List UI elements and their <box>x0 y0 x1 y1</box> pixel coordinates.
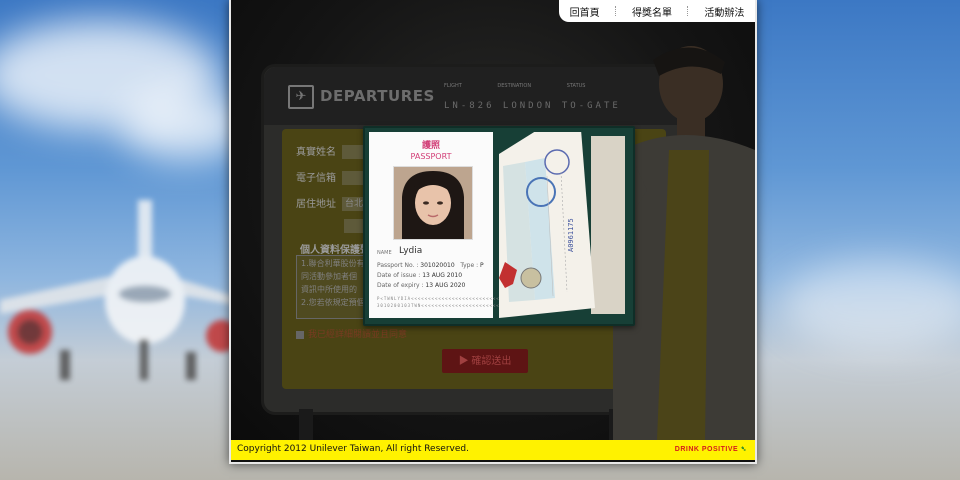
airplane-image <box>0 200 240 380</box>
issue-date-label: Date of issue : <box>377 272 421 279</box>
top-navigation: 回首頁 得獎名單 活動辦法 <box>559 0 755 22</box>
form-row-address: 居住地址 台北 <box>296 195 367 211</box>
column-flight: FLIGHT <box>444 83 462 89</box>
flight-row: LN-826 LONDON TO-GATE <box>444 101 621 111</box>
portrait-image <box>394 167 472 239</box>
passport-type: P <box>480 262 484 269</box>
nav-separator <box>614 6 617 16</box>
passport-modal: 護照 PASSPORT NAME Lydia Passport No.: 30… <box>363 126 635 326</box>
passport-holder-name: Lydia <box>399 246 423 256</box>
issue-date-line: Date of issue : 13 AUG 2010 <box>377 272 462 279</box>
passport-number-line: Passport No. : 301020010 Type : P <box>377 262 484 269</box>
passport-title-cn: 護照 <box>421 141 440 151</box>
nav-separator <box>687 6 689 16</box>
mrz-line-1: P<TWNLYDIA<<<<<<<<<<<<<<<<<<<<<<<<<< <box>377 296 500 301</box>
passport-title-en: PASSPORT <box>410 152 452 161</box>
column-destination: DESTINATION <box>497 83 532 89</box>
nav-rules-link[interactable]: 活動辦法 <box>698 4 750 19</box>
nav-winners-link[interactable]: 得獎名單 <box>626 4 678 19</box>
board-columns: FLIGHT DESTINATION STATUS <box>444 83 619 89</box>
main-frame: ✈ DEPARTURES FLIGHT DESTINATION STATUS L… <box>229 0 757 464</box>
passport-visa-page: A0961175 <box>499 132 625 318</box>
terms-line: 同活動參加者個 <box>301 272 357 281</box>
visa-number: A0961175 <box>567 218 575 252</box>
email-label: 電子信箱 <box>296 173 336 184</box>
terms-line: 1.聯合利華股份有 <box>301 259 365 268</box>
leaf-icon: ➴ <box>740 446 747 453</box>
passport-number-label: Passport No. : <box>377 262 419 269</box>
submit-label: 確認送出 <box>471 356 512 367</box>
issue-date: 13 AUG 2010 <box>422 272 463 279</box>
expiry-date-line: Date of expiry : 13 AUG 2020 <box>377 282 465 289</box>
terms-line: 資訊中所使用的 <box>301 285 357 294</box>
form-row-address-line2 <box>296 219 364 233</box>
name-label: NAME <box>377 250 392 256</box>
departures-title: DEPARTURES <box>320 87 435 105</box>
passport-info-page: 護照 PASSPORT NAME Lydia Passport No.: 30… <box>369 132 499 318</box>
agree-checkbox-row[interactable]: 我已經詳細閱讀並且同意 <box>296 327 407 340</box>
passport-photo <box>393 166 473 240</box>
column-status: STATUS <box>566 83 586 89</box>
airplane-departure-icon: ✈ <box>288 85 314 109</box>
cloud <box>780 260 960 350</box>
mrz-line-2: 3010200103TWN<<<<<<<<<<<<<<<<<<<<<<< <box>377 303 500 308</box>
submit-button[interactable]: ▶ 確認送出 <box>442 349 528 373</box>
terms-line: 2.您若依規定預個 <box>301 298 365 307</box>
dimmed-scene: ✈ DEPARTURES FLIGHT DESTINATION STATUS L… <box>231 0 755 440</box>
privacy-terms-box[interactable]: 1.聯合利華股份有 同活動參加者個 資訊中所使用的 2.您若依規定預個 <box>296 255 370 319</box>
expiry-date: 13 AUG 2020 <box>425 282 466 289</box>
expiry-date-label: Date of expiry : <box>377 282 424 289</box>
footer-bar: Copyright 2012 Unilever Taiwan, All righ… <box>231 440 755 460</box>
play-arrow-icon: ▶ <box>458 356 472 367</box>
copyright-text: Copyright 2012 Unilever Taiwan, All righ… <box>237 444 469 454</box>
address-label: 居住地址 <box>296 199 336 210</box>
brand-text: DRINK POSITIVE <box>674 446 739 453</box>
agree-checkbox[interactable] <box>296 330 304 339</box>
passport-number: 301020010 <box>420 262 455 269</box>
agree-label: 我已經詳細閱讀並且同意 <box>308 330 408 340</box>
name-label: 真實姓名 <box>296 147 336 158</box>
address-detail-field[interactable] <box>344 219 364 233</box>
board-post <box>299 409 313 440</box>
brand-logo: DRINK POSITIVE ➴ <box>675 445 747 453</box>
nav-home-link[interactable]: 回首頁 <box>564 4 606 19</box>
passport-type-label: Type : <box>460 262 479 269</box>
